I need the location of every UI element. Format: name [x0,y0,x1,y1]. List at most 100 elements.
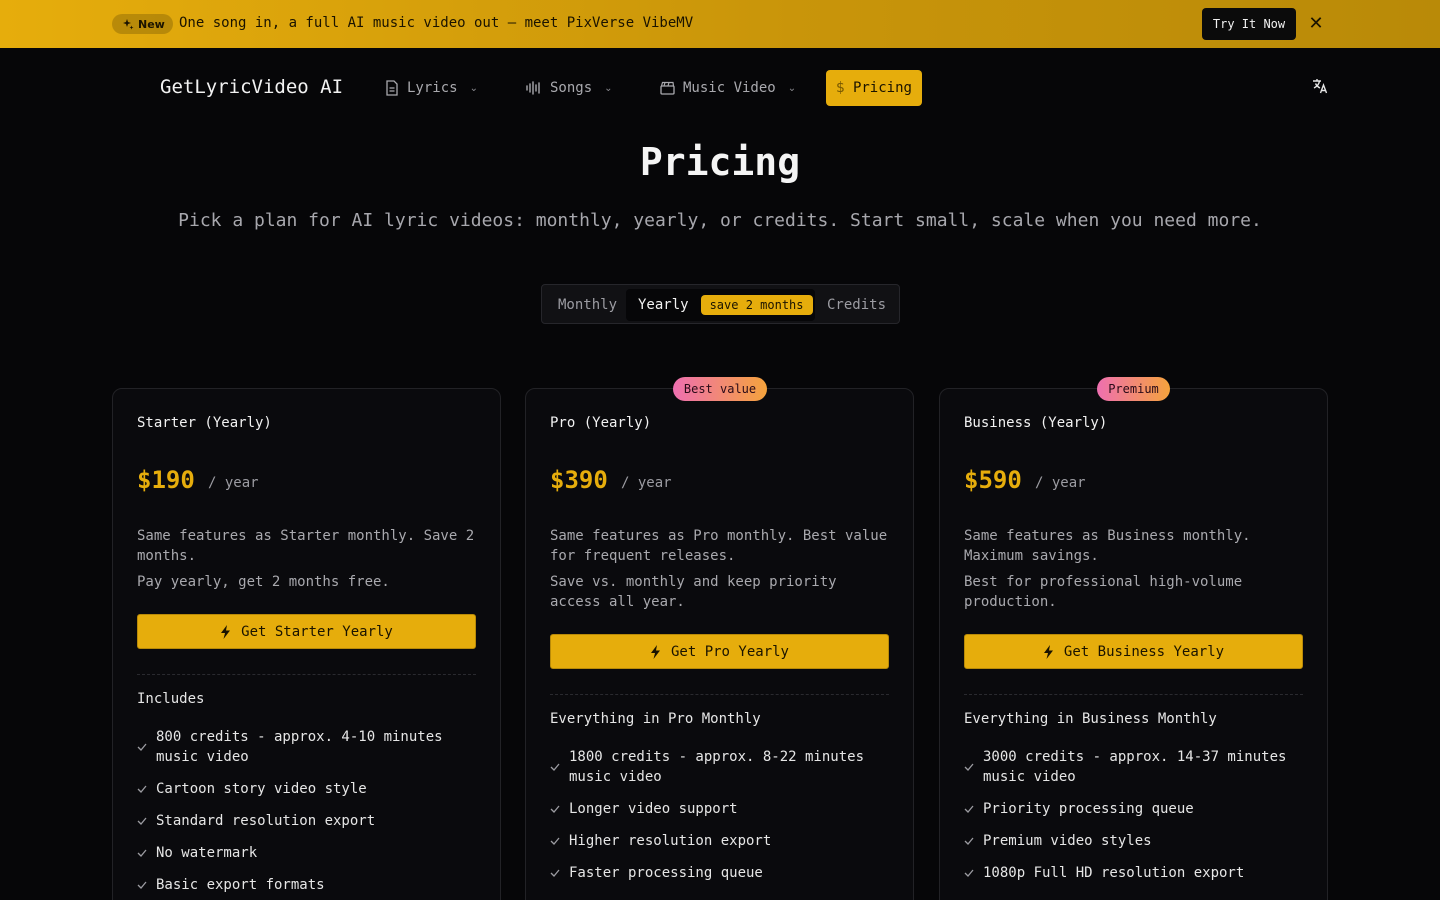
plan-note: Pay yearly, get 2 months free. [137,574,390,590]
divider [550,694,889,695]
cta-label: Get Starter Yearly [241,623,393,640]
divider [137,674,476,675]
feature-text: Premium video styles [983,833,1152,849]
plan-card-business: Premium Business (Yearly) $590 / year Sa… [939,377,1328,900]
new-badge-label: New [138,17,165,31]
plan-card-starter: Starter (Yearly) $190 / year Same featur… [112,388,501,900]
nav-music-video-label: Music Video [683,80,776,96]
plan-note: Save vs. monthly and keep priority acces… [550,574,837,610]
feature-item: 1080p Full HD resolution export [964,863,1304,883]
feature-item: Faster processing queue [550,863,890,883]
get-pro-yearly-button[interactable]: Get Pro Yearly [550,634,889,669]
feature-text: 800 credits - approx. 4-10 minutes music… [156,729,443,765]
lightning-icon [1043,644,1053,659]
premium-badge: Premium [1097,377,1170,401]
check-icon [550,831,561,851]
plan-note: Best for professional high-volume produc… [964,574,1243,610]
plan-name: Pro (Yearly) [550,415,652,431]
feature-text: Basic export formats [156,877,325,893]
check-icon [550,863,561,883]
feature-text: No watermark [156,845,258,861]
check-icon [137,875,148,895]
tab-yearly[interactable]: Yearly save 2 months [626,289,815,321]
divider [964,694,1303,695]
feature-item: Priority processing queue [964,799,1304,819]
check-icon [964,747,975,787]
check-icon [550,747,561,787]
feature-item: No watermark [137,843,477,863]
chevron-down-icon: ⌄ [787,82,797,94]
plan-period: / year [621,475,672,491]
includes-heading: Everything in Business Monthly [964,711,1217,727]
get-starter-yearly-button[interactable]: Get Starter Yearly [137,614,476,649]
sparkle-icon [123,19,134,30]
feature-item: Premium video styles [964,831,1304,851]
page-title: Pricing [639,140,801,184]
plan-period: / year [1035,475,1086,491]
feature-text: Longer video support [569,801,738,817]
announcement-banner: New One song in, a full AI music video o… [0,0,1440,48]
nav-lyrics[interactable]: Lyrics ⌄ [385,74,478,102]
feature-text: Standard resolution export [156,813,376,829]
nav-pricing-button[interactable]: $ Pricing [826,70,922,106]
feature-item: Basic export formats [137,875,477,895]
plan-name: Starter (Yearly) [137,415,272,431]
nav-songs-label: Songs [550,80,593,96]
feature-item: Cartoon story video style [137,779,477,799]
feature-text: 1080p Full HD resolution export [983,865,1245,881]
plan-description: Same features as Business monthly. Maxim… [964,528,1251,564]
feature-text: Cartoon story video style [156,781,367,797]
nav-songs[interactable]: Songs ⌄ [526,74,613,102]
feature-text: Priority processing queue [983,801,1194,817]
check-icon [964,799,975,819]
plan-description: Same features as Pro monthly. Best value… [550,528,888,564]
chevron-down-icon: ⌄ [604,82,613,94]
feature-text: 3000 credits - approx. 14-37 minutes mus… [983,749,1287,785]
plan-description: Same features as Starter monthly. Save 2… [137,528,475,564]
plan-price: $590 [964,466,1022,494]
site-logo[interactable]: GetLyricVideo AI [160,76,343,98]
tab-yearly-label: Yearly [638,297,689,313]
get-business-yearly-button[interactable]: Get Business Yearly [964,634,1303,669]
close-icon[interactable]: ✕ [1307,14,1325,34]
audio-wave-icon [526,81,540,95]
feature-item: 3000 credits - approx. 14-37 minutes mus… [964,747,1304,787]
lightning-icon [221,624,231,639]
plan-period: / year [208,475,259,491]
new-badge: New [112,14,173,34]
document-icon [386,80,398,96]
feature-text: Faster processing queue [569,865,763,881]
feature-item: 1800 credits - approx. 8-22 minutes musi… [550,747,890,787]
nav-music-video[interactable]: Music Video ⌄ [660,74,796,102]
check-icon [137,811,148,831]
feature-item: 800 credits - approx. 4-10 minutes music… [137,727,477,767]
clapperboard-icon [660,81,675,95]
check-icon [137,843,148,863]
feature-text: Higher resolution export [569,833,772,849]
try-it-now-button[interactable]: Try It Now [1202,8,1296,40]
nav-lyrics-label: Lyrics [407,80,458,96]
check-icon [964,863,975,883]
plan-price: $190 [137,466,195,494]
plan-card-pro: Best value Pro (Yearly) $390 / year Same… [525,377,914,900]
feature-item: Longer video support [550,799,890,819]
dollar-icon: $ [836,80,845,96]
billing-toggle: Monthly Yearly save 2 months Credits [541,284,900,324]
plan-price: $390 [550,466,608,494]
nav-pricing-label: Pricing [852,80,912,96]
includes-heading: Everything in Pro Monthly [550,711,761,727]
feature-item: Standard resolution export [137,811,477,831]
check-icon [964,831,975,851]
save-badge: save 2 months [700,295,813,315]
includes-heading: Includes [137,691,205,707]
tab-credits[interactable]: Credits [827,289,886,321]
page-subtitle: Pick a plan for AI lyric videos: monthly… [178,210,1262,231]
translate-icon[interactable] [1311,77,1329,95]
chevron-down-icon: ⌄ [469,82,478,94]
check-icon [137,779,148,799]
tab-monthly[interactable]: Monthly [558,289,617,321]
check-icon [137,727,148,767]
check-icon [550,799,561,819]
best-value-badge: Best value [673,377,767,401]
banner-message: One song in, a full AI music video out —… [179,15,694,31]
